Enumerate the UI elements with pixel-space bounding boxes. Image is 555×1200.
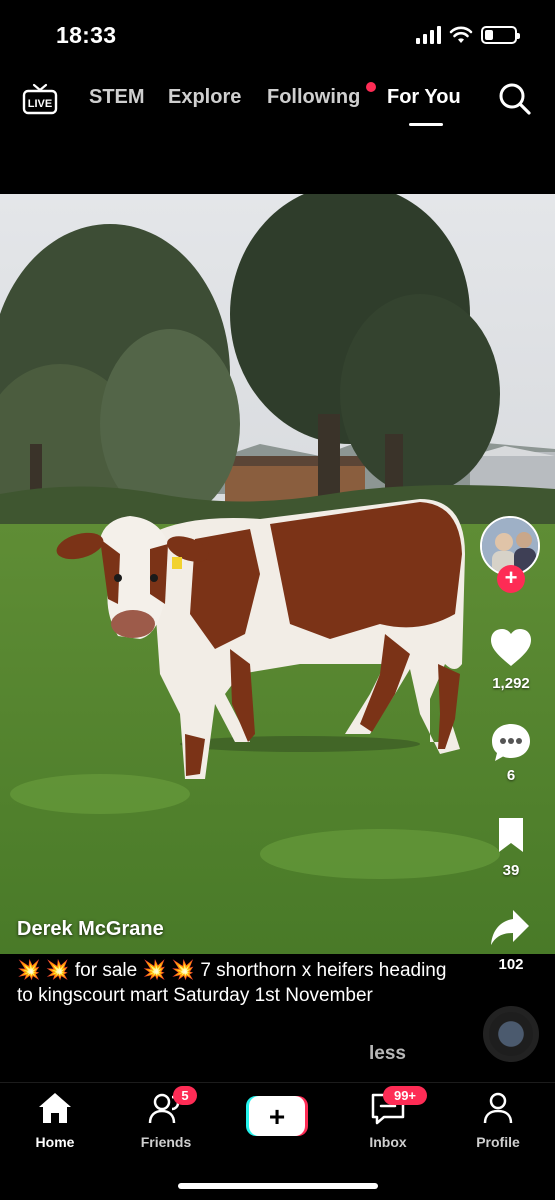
bookmark-icon[interactable]	[496, 816, 526, 854]
bookmark-count: 39	[502, 862, 520, 879]
status-time: 18:33	[56, 22, 117, 48]
status-bar: 18:33	[0, 0, 555, 70]
following-notification-dot	[366, 82, 376, 92]
post-caption: 💥 💥 for sale 💥 💥 7 shorthorn x heifers h…	[17, 960, 447, 1006]
tab-for-you[interactable]: For You	[387, 86, 461, 109]
svg-text:LIVE: LIVE	[28, 98, 52, 110]
home-indicator[interactable]	[178, 1183, 378, 1189]
search-icon[interactable]	[498, 82, 532, 116]
home-icon	[39, 1093, 71, 1123]
inbox-badge: 99+	[383, 1086, 427, 1105]
create-plus-icon[interactable]: +	[246, 1096, 308, 1136]
comment-bubble-icon[interactable]	[490, 722, 532, 764]
follow-button[interactable]: +	[497, 565, 525, 593]
share-count: 102	[498, 956, 524, 973]
status-icons	[416, 26, 520, 44]
video-player[interactable]	[0, 194, 555, 954]
nav-friends-label: Friends	[140, 1134, 192, 1150]
share-arrow-icon[interactable]	[489, 908, 531, 948]
profile-icon	[483, 1092, 513, 1124]
nav-home-label: Home	[35, 1134, 75, 1150]
comment-count: 6	[506, 767, 516, 784]
nav-profile[interactable]: Profile	[453, 1091, 543, 1150]
caption-less-toggle[interactable]: less	[369, 1043, 406, 1065]
tab-explore[interactable]: Explore	[168, 86, 241, 109]
top-nav: LIVE STEM Explore Following For You	[0, 78, 555, 128]
tab-following[interactable]: Following	[267, 86, 360, 109]
nav-profile-label: Profile	[476, 1134, 520, 1150]
live-tv-icon[interactable]: LIVE	[22, 82, 58, 118]
music-disc-icon[interactable]	[483, 1006, 539, 1062]
like-heart-icon[interactable]	[489, 628, 533, 668]
cellular-signal-icon	[416, 26, 441, 44]
wifi-icon	[449, 26, 473, 43]
nav-home[interactable]: Home	[10, 1091, 100, 1150]
bottom-nav: Home Friends 5 + Inbox 99+ Profile	[0, 1082, 555, 1200]
like-count: 1,292	[492, 675, 530, 692]
video-frame-image	[0, 194, 555, 954]
tab-stem[interactable]: STEM	[89, 86, 145, 109]
battery-icon	[481, 26, 520, 44]
create-plus-symbol: +	[269, 1101, 285, 1132]
author-name[interactable]: Derek McGrane	[17, 918, 164, 941]
nav-friends[interactable]: Friends	[121, 1091, 211, 1150]
friends-badge: 5	[173, 1086, 197, 1105]
nav-inbox-label: Inbox	[369, 1134, 407, 1150]
active-tab-indicator	[409, 123, 443, 126]
